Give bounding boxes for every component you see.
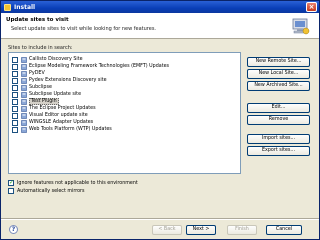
site-checkbox[interactable] (12, 105, 18, 112)
close-button[interactable]: × (306, 2, 317, 12)
ignore-features-checkbox[interactable] (8, 179, 14, 186)
help-icon[interactable]: ? (9, 225, 18, 234)
import-sites-button[interactable]: Import sites... (247, 134, 310, 144)
site-label: Pydev Extensions Discovery site (29, 78, 107, 83)
export-sites-button[interactable]: Export sites... (247, 146, 310, 156)
edit-button[interactable]: Edit... (247, 103, 310, 113)
update-site-icon (21, 112, 27, 119)
back-button[interactable]: < Back (152, 225, 182, 235)
update-site-icon (21, 84, 27, 91)
site-row[interactable]: Subclipse Update site (9, 91, 240, 98)
site-label: Subclipse Update site (29, 92, 82, 97)
site-row[interactable]: Web Tools Platform (WTP) Updates (9, 126, 240, 133)
update-site-icon (21, 105, 27, 112)
auto-select-mirrors-label: Automatically select mirrors (17, 188, 85, 194)
update-site-icon (21, 56, 27, 63)
update-site-icon (21, 98, 27, 105)
site-row[interactable]: Test Plugin (9, 98, 240, 105)
auto-select-mirrors-checkbox[interactable] (8, 188, 14, 194)
site-label: PyDEV (29, 71, 45, 76)
site-row[interactable]: Eclipse Modeling Framework Technologies … (9, 63, 240, 70)
site-checkbox[interactable] (12, 84, 18, 91)
site-checkbox[interactable] (12, 126, 18, 133)
site-row[interactable]: Subclipse (9, 84, 240, 91)
site-checkbox[interactable] (12, 56, 18, 63)
finish-button[interactable]: Finish (227, 225, 257, 235)
auto-select-mirrors-option[interactable]: Automatically select mirrors (8, 188, 85, 194)
ignore-features-label: Ignore features not applicable to this e… (17, 180, 138, 186)
site-label: Eclipse Modeling Framework Technologies … (29, 64, 170, 69)
site-label: WINGSLE Adapter Updates (29, 120, 94, 125)
site-label: The Eclipse Project Updates (29, 106, 96, 111)
site-row[interactable]: Callisto Discovery Site (9, 56, 240, 63)
site-row[interactable]: Visual Editor update site (9, 112, 240, 119)
new-archived-site-button[interactable]: New Archived Site... (247, 81, 310, 91)
remove-button[interactable]: Remove (247, 115, 310, 125)
header-description: Select update sites to visit while looki… (11, 26, 157, 32)
sites-label: Sites to include in search: (8, 45, 73, 51)
site-row[interactable]: The Eclipse Project Updates (9, 105, 240, 112)
app-icon (4, 3, 11, 11)
site-checkbox[interactable] (12, 98, 18, 105)
update-site-icon (21, 63, 27, 70)
new-remote-site-button[interactable]: New Remote Site... (247, 57, 310, 67)
install-dialog: Install × Update sites to visit Select u… (0, 0, 320, 240)
site-checkbox[interactable] (12, 63, 18, 70)
site-label: Callisto Discovery Site (29, 57, 83, 62)
site-checkbox[interactable] (12, 70, 18, 77)
title-bar[interactable]: Install × (1, 1, 319, 13)
site-row[interactable]: WINGSLE Adapter Updates (9, 119, 240, 126)
update-site-icon (21, 91, 27, 98)
install-wizard-icon (292, 18, 310, 35)
site-checkbox[interactable] (12, 112, 18, 119)
site-label: Web Tools Platform (WTP) Updates (29, 127, 112, 132)
new-local-site-button[interactable]: New Local Site... (247, 69, 310, 79)
window-title: Install (14, 3, 36, 11)
site-checkbox[interactable] (12, 77, 18, 84)
site-label: Subclipse (29, 85, 52, 90)
header-title: Update sites to visit (6, 17, 69, 23)
update-site-icon (21, 70, 27, 77)
update-site-icon (21, 126, 27, 133)
site-row[interactable]: Pydev Extensions Discovery site (9, 77, 240, 84)
cancel-button[interactable]: Cancel (266, 225, 302, 235)
wizard-header: Update sites to visit Select update site… (1, 13, 319, 39)
footer-separator (1, 218, 319, 220)
update-site-icon (21, 119, 27, 126)
site-row[interactable]: PyDEV (9, 70, 240, 77)
next-button[interactable]: Next > (186, 225, 216, 235)
site-label: Test Plugin (29, 98, 59, 105)
update-sites-list[interactable]: Callisto Discovery Site Eclipse Modeling… (8, 52, 241, 174)
update-site-icon (21, 77, 27, 84)
site-checkbox[interactable] (12, 91, 18, 98)
site-label: Visual Editor update site (29, 113, 88, 118)
site-checkbox[interactable] (12, 119, 18, 126)
ignore-features-option[interactable]: Ignore features not applicable to this e… (8, 179, 138, 186)
